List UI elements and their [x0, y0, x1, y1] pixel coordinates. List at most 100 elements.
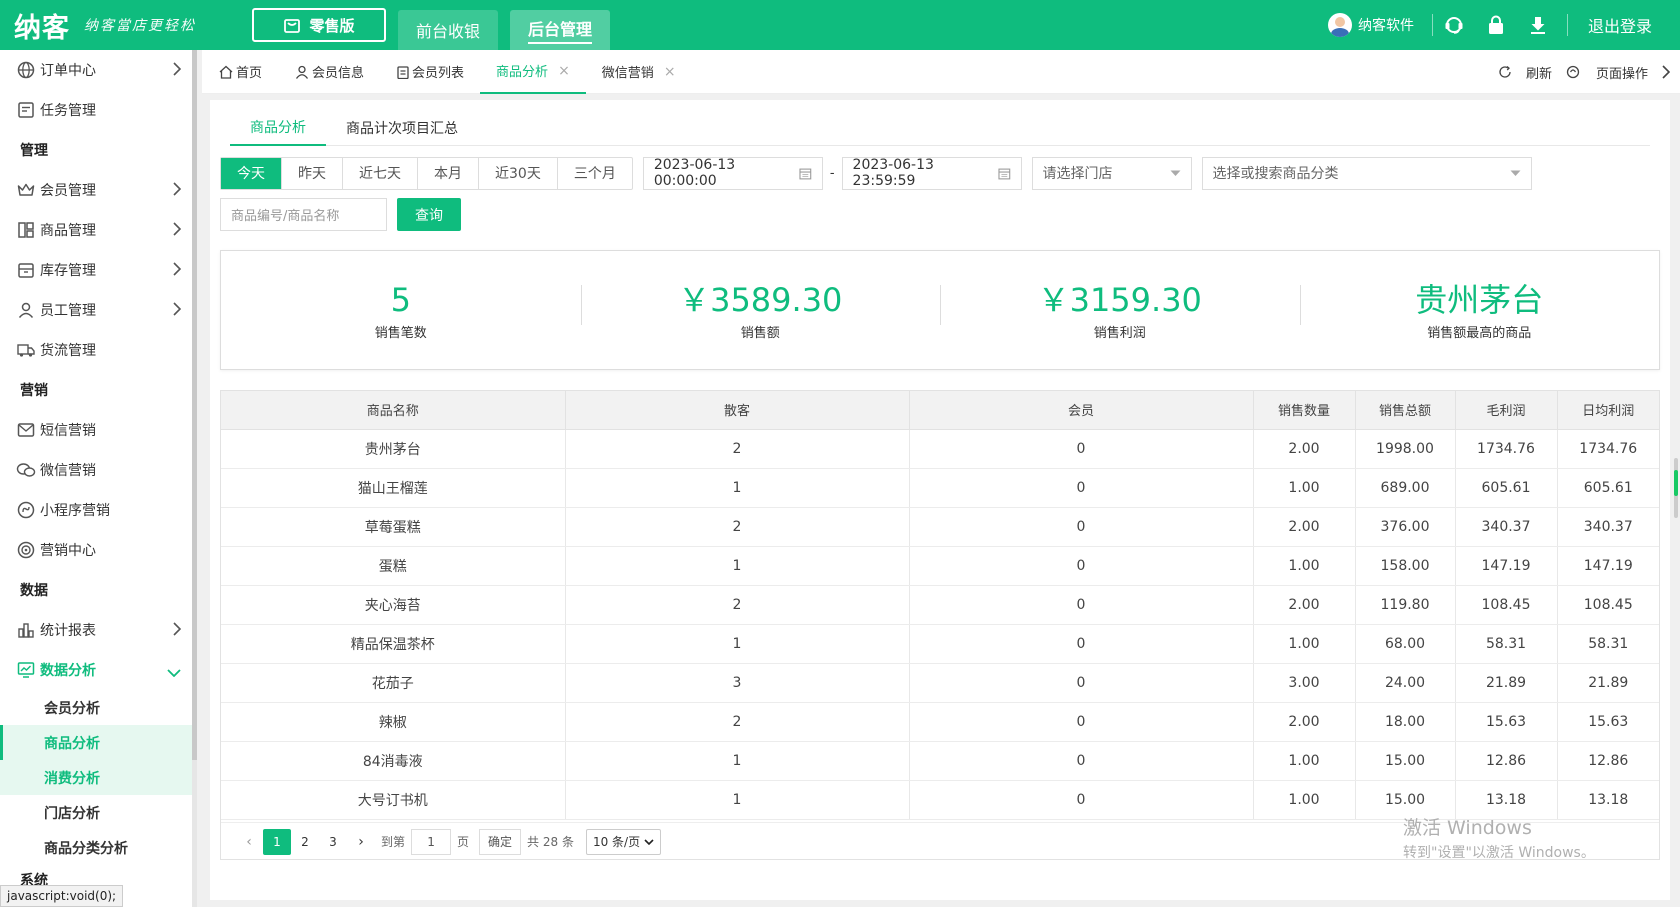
column-header[interactable]: 毛利润	[1455, 391, 1558, 430]
range-month-button[interactable]: 本月	[418, 157, 479, 189]
tab-member-list[interactable]: 会员列表	[380, 50, 480, 94]
subtab-count-items-summary[interactable]: 商品计次项目汇总	[326, 110, 478, 146]
page-ops-button[interactable]: 页面操作	[1566, 63, 1648, 82]
table-row[interactable]: 精品保温茶杯 1 0 1.00 68.00 58.31 58.31	[221, 624, 1659, 664]
sidebar-item-marketing-center[interactable]: 营销中心	[0, 530, 197, 570]
column-header[interactable]: 销售总额	[1355, 391, 1456, 430]
table-cell: 辣椒	[221, 702, 566, 742]
tab-wechat-marketing[interactable]: 微信营销 ×	[586, 50, 692, 94]
tab-goods-analysis[interactable]: 商品分析 ×	[480, 50, 586, 94]
column-header[interactable]: 会员	[909, 391, 1254, 430]
sidebar-scrollbar[interactable]	[192, 50, 197, 907]
category-select[interactable]: 选择或搜索商品分类	[1201, 156, 1532, 190]
stat-sales-profit: ￥3159.30 销售利润	[940, 251, 1300, 369]
table-row[interactable]: 蛋糕 1 0 1.00 158.00 147.19 147.19	[221, 546, 1659, 586]
sidebar-item-goods[interactable]: 商品管理	[0, 210, 197, 250]
sidebar-item-tasks[interactable]: 任务管理	[0, 90, 197, 130]
sidebar-subitem-store-analysis[interactable]: 门店分析	[0, 795, 197, 830]
table-cell: 68.00	[1355, 624, 1456, 664]
table-cell: 0	[909, 507, 1254, 547]
table-row[interactable]: 猫山王榴莲 1 0 1.00 689.00 605.61 605.61	[221, 468, 1659, 508]
query-button[interactable]: 查询	[397, 198, 461, 231]
end-date-input[interactable]: 2023-06-13 23:59:59	[841, 156, 1022, 190]
range-3months-button[interactable]: 三个月	[558, 158, 632, 189]
start-date-input[interactable]: 2023-06-13 00:00:00	[642, 156, 823, 190]
windows-activation-watermark: 激活 Windows 转到"设置"以激活 Windows。	[1403, 813, 1595, 862]
logo[interactable]: 纳客 纳客當店更轻松	[0, 0, 240, 50]
table-cell: 2	[565, 702, 910, 742]
range-7days-button[interactable]: 近七天	[343, 157, 418, 189]
table-row[interactable]: 贵州茅台 2 0 2.00 1998.00 1734.76 1734.76	[221, 429, 1659, 469]
page-button[interactable]: 1	[263, 828, 291, 855]
sidebar-item-orders[interactable]: 订单中心	[0, 50, 197, 90]
table-cell: 1	[565, 741, 910, 781]
table-cell: 1	[565, 546, 910, 586]
goods-search-input[interactable]: 商品编号/商品名称	[220, 198, 387, 231]
chevron-right-icon[interactable]	[1662, 65, 1670, 79]
sidebar-subitem-member-analysis[interactable]: 会员分析	[0, 690, 197, 725]
goto-page-input[interactable]: 1	[411, 828, 452, 855]
page-button[interactable]: 3	[319, 829, 347, 855]
table-cell: 1	[565, 780, 910, 820]
tab-home[interactable]: 首页	[202, 50, 278, 94]
subtab-goods-analysis[interactable]: 商品分析	[230, 110, 326, 146]
table-row[interactable]: 草莓蛋糕 2 0 2.00 376.00 340.37 340.37	[221, 507, 1659, 547]
sidebar-item-sms[interactable]: 短信营销	[0, 410, 197, 450]
table-cell: 108.45	[1557, 585, 1659, 625]
table-row[interactable]: 辣椒 2 0 2.00 18.00 15.63 15.63	[221, 702, 1659, 742]
prev-page-icon[interactable]: ‹	[235, 829, 263, 855]
close-icon[interactable]: ×	[558, 63, 570, 79]
range-yesterday-button[interactable]: 昨天	[282, 157, 343, 189]
end-date-value: 2023-06-13 23:59:59	[852, 157, 934, 189]
sidebar-subitem-category-analysis[interactable]: 商品分类分析	[0, 830, 197, 865]
table-cell: 1734.76	[1557, 429, 1659, 469]
sidebar-item-reports[interactable]: 统计报表	[0, 610, 197, 650]
tab-back-office[interactable]: 后台管理	[510, 10, 611, 50]
edition-button[interactable]: 零售版	[252, 8, 386, 42]
range-today-button[interactable]: 今天	[221, 157, 282, 189]
main-content: 商品分析 商品计次项目汇总 今天 昨天 近七天 本月 近30天 三个月 2023…	[210, 100, 1670, 900]
miniapp-icon	[16, 500, 36, 520]
table-row[interactable]: 夹心海苔 2 0 2.00 119.80 108.45 108.45	[221, 585, 1659, 625]
column-header[interactable]: 商品名称	[221, 391, 566, 430]
page-size-select[interactable]: 10 条/页	[585, 828, 662, 855]
column-header[interactable]: 销售数量	[1253, 391, 1356, 430]
user-menu[interactable]: 纳客软件	[1327, 13, 1433, 37]
page-scrollbar[interactable]	[1672, 458, 1680, 518]
column-header[interactable]: 散客	[565, 391, 910, 430]
sidebar-item-members[interactable]: 会员管理	[0, 170, 197, 210]
tab-home-label: 首页	[236, 66, 263, 81]
store-select[interactable]: 请选择门店	[1031, 156, 1192, 190]
table-cell: 119.80	[1355, 585, 1456, 625]
sidebar-item-wechat[interactable]: 微信营销	[0, 450, 197, 490]
sidebar-item-logistics[interactable]: 货流管理	[0, 330, 197, 370]
sidebar-subitem-consumption-analysis[interactable]: 消费分析	[0, 760, 197, 795]
sidebar-scrollbar-thumb[interactable]	[192, 50, 197, 760]
inventory-icon	[16, 260, 36, 280]
search-row: 商品编号/商品名称 查询	[220, 198, 461, 231]
sidebar-item-data-analysis[interactable]: 数据分析	[0, 650, 197, 690]
table-row[interactable]: 84消毒液 1 0 1.00 15.00 12.86 12.86	[221, 741, 1659, 781]
tab-front-cashier[interactable]: 前台收银	[398, 10, 499, 50]
sidebar-subitem-goods-analysis[interactable]: 商品分析	[0, 725, 197, 760]
logout-button[interactable]: 退出登录	[1566, 14, 1680, 36]
page-scrollbar-thumb[interactable]	[1674, 470, 1678, 496]
range-30days-button[interactable]: 近30天	[479, 157, 558, 189]
refresh-button[interactable]: 刷新	[1498, 63, 1552, 82]
tab-member-info[interactable]: 会员信息	[278, 50, 380, 94]
next-page-icon[interactable]: ›	[347, 829, 375, 855]
table-row[interactable]: 花茄子 3 0 3.00 24.00 21.89 21.89	[221, 663, 1659, 703]
sidebar-item-inventory[interactable]: 库存管理	[0, 250, 197, 290]
lock-icon[interactable]	[1475, 15, 1517, 35]
support-icon[interactable]	[1433, 15, 1475, 35]
sidebar-item-miniapp[interactable]: 小程序营销	[0, 490, 197, 530]
download-icon[interactable]	[1517, 15, 1559, 35]
page-button[interactable]: 2	[291, 829, 319, 855]
close-icon[interactable]: ×	[664, 64, 676, 80]
column-header[interactable]: 日均利润	[1557, 391, 1659, 430]
logo-slogan: 纳客當店更轻松	[84, 18, 196, 34]
table-cell: 15.63	[1455, 702, 1558, 742]
goto-confirm-button[interactable]: 确定	[479, 828, 522, 855]
chevron-right-icon	[173, 222, 182, 240]
sidebar-item-staff[interactable]: 员工管理	[0, 290, 197, 330]
